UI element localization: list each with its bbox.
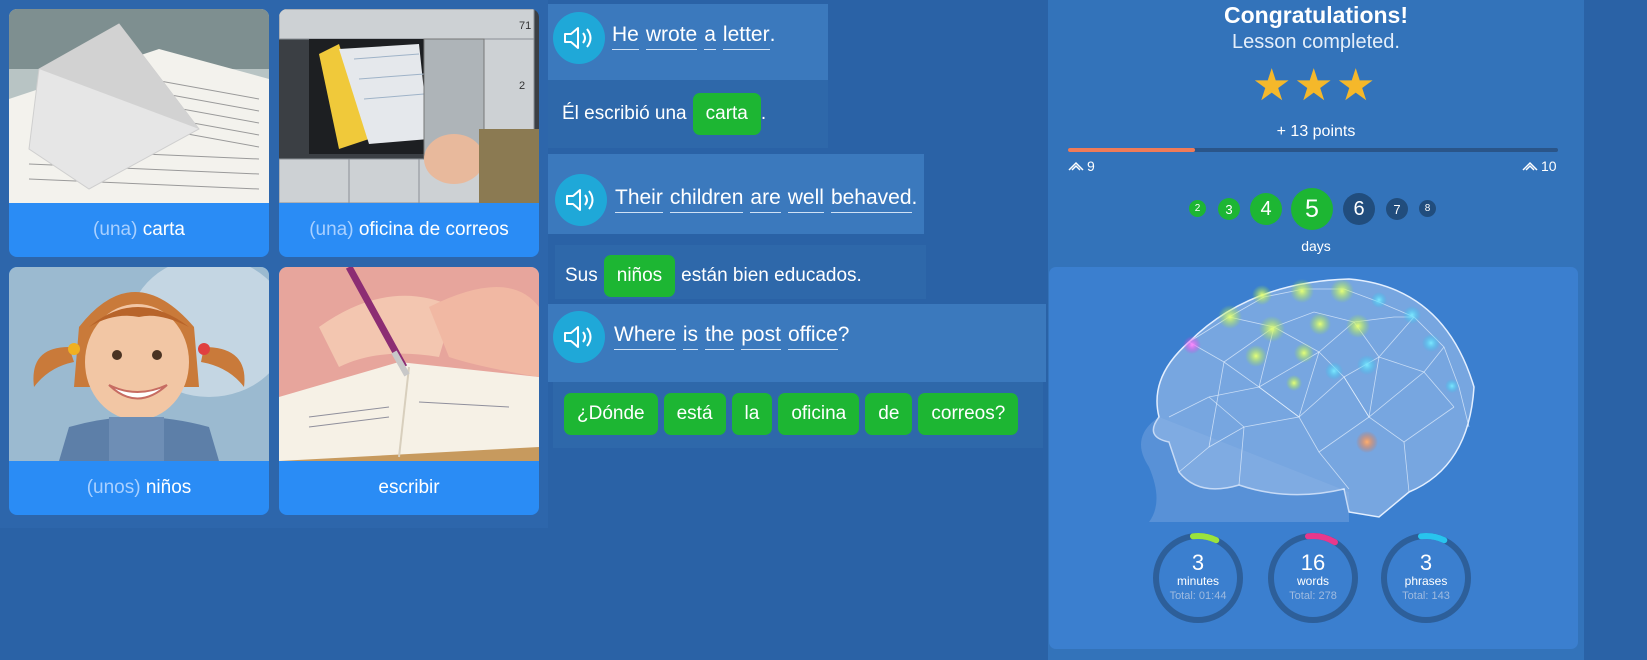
vocab-card-ninos[interactable]: (unos) niños — [9, 267, 269, 515]
spanish-text: Sus — [565, 265, 598, 286]
vocab-card-label: (unos) niños — [9, 461, 269, 515]
article: (unos) — [86, 477, 141, 498]
congrats-title: Congratulations! — [1224, 2, 1408, 28]
level-progress-bar — [1068, 148, 1558, 152]
stat-unit: phrases — [1404, 574, 1448, 588]
level-next: 10 — [1522, 158, 1557, 174]
word: carta — [142, 219, 185, 240]
word-link[interactable]: is — [682, 323, 699, 350]
spanish-text: . — [760, 103, 767, 124]
punctuation: . — [911, 186, 918, 209]
post-office-mailbox-image: 71 2 — [279, 9, 539, 203]
stat-value: 3 — [1191, 550, 1205, 575]
sentence-3-spanish: ¿Dónde está la oficina de correos? — [564, 393, 1019, 435]
svg-text:71: 71 — [519, 20, 531, 32]
level-chevron-icon — [1068, 161, 1084, 171]
word-link[interactable]: He — [612, 23, 639, 50]
day-circle: 4 — [1250, 193, 1282, 225]
word-link[interactable]: well — [787, 186, 824, 213]
stat-ring-words: 16 words Total: 278 — [1267, 532, 1359, 624]
day-circle: 2 — [1189, 200, 1206, 217]
word: oficina de correos — [358, 219, 509, 240]
stat-total: Total: 01:44 — [1169, 590, 1227, 602]
points-earned: + 13 points — [1276, 123, 1356, 140]
spanish-text: están bien educados. — [681, 265, 862, 286]
stat-ring-phrases: 3 phrases Total: 143 — [1380, 532, 1472, 624]
stat-ring-minutes: 3 minutes Total: 01:44 — [1152, 532, 1244, 624]
word-link[interactable]: post — [741, 323, 781, 350]
star-icon: ★ — [1336, 61, 1376, 110]
stat-value: 3 — [1419, 550, 1433, 575]
level-progress-fill — [1068, 148, 1196, 152]
answer-chip[interactable]: correos? — [918, 393, 1019, 435]
word-link[interactable]: letter — [722, 23, 770, 50]
level-next-value: 10 — [1541, 158, 1557, 174]
sentence-1-english: He wrote a letter. — [612, 23, 775, 50]
vocab-card-label: (una) oficina de correos — [279, 203, 539, 257]
sentence-2-english: Their children are well behaved. — [615, 186, 917, 213]
word-link[interactable]: are — [750, 186, 781, 213]
svg-text:2: 2 — [519, 80, 525, 92]
day-circle: 6 — [1343, 193, 1375, 225]
punctuation: ? — [837, 323, 850, 346]
word: niños — [145, 477, 192, 498]
speaker-button[interactable] — [555, 174, 607, 226]
answer-chip[interactable]: de — [865, 393, 913, 435]
day-circle: 7 — [1386, 198, 1408, 220]
stat-unit: minutes — [1176, 574, 1220, 588]
word-link[interactable]: behaved — [830, 186, 912, 213]
word-link[interactable]: office — [787, 323, 838, 350]
answer-chip[interactable]: está — [663, 393, 726, 435]
speaker-icon — [564, 27, 592, 49]
level-current: 9 — [1068, 158, 1095, 174]
hand-writing-image — [279, 267, 539, 461]
envelope-letter-image — [9, 9, 269, 203]
sentence-3-english: Where is the post office? — [614, 323, 849, 350]
word-link[interactable]: children — [669, 186, 744, 213]
answer-chip[interactable]: ¿Dónde — [564, 393, 658, 435]
day-circle: 3 — [1218, 198, 1240, 220]
sentence-2-spanish: Sus niños están bien educados. — [565, 255, 862, 297]
vocab-card-carta[interactable]: (una) carta — [9, 9, 269, 257]
speaker-icon — [566, 189, 594, 211]
word-link[interactable]: Their — [615, 186, 663, 213]
spanish-text: Él escribió una — [562, 103, 687, 124]
level-chevron-icon — [1522, 161, 1538, 171]
vocabulary-cards-panel: (una) carta 71 2 (una) oficina de correo… — [0, 0, 548, 528]
speaker-button[interactable] — [553, 311, 605, 363]
brain-stats-card: 3 minutes Total: 01:44 16 words Total: 2… — [1049, 267, 1578, 649]
level-current-value: 9 — [1087, 158, 1095, 174]
days-label: days — [1301, 238, 1331, 254]
answer-chip[interactable]: oficina — [778, 393, 860, 435]
congrats-subtitle: Lesson completed. — [1232, 31, 1400, 53]
answer-chip[interactable]: carta — [692, 93, 761, 135]
stat-total: Total: 278 — [1289, 590, 1337, 602]
day-circle-current: 5 — [1291, 188, 1333, 230]
word-link[interactable]: the — [705, 323, 735, 350]
star-icon: ★ — [1294, 61, 1334, 110]
stat-total: Total: 143 — [1402, 590, 1450, 602]
star-icon: ★ — [1252, 61, 1292, 110]
vocab-card-label: (una) carta — [9, 203, 269, 257]
article: (una) — [309, 219, 354, 240]
day-circle: 8 — [1419, 200, 1436, 217]
answer-chip[interactable]: la — [731, 393, 773, 435]
sentence-1-spanish: Él escribió una carta . — [562, 93, 766, 135]
vocab-card-oficina-de-correos[interactable]: 71 2 (una) oficina de correos — [279, 9, 539, 257]
punctuation: . — [769, 23, 776, 46]
stat-unit: words — [1296, 574, 1329, 588]
stat-value: 16 — [1300, 550, 1326, 575]
word-link[interactable]: wrote — [645, 23, 698, 50]
smiling-girl-image — [9, 267, 269, 461]
word: escribir — [378, 477, 440, 498]
word-link[interactable]: a — [704, 23, 716, 50]
speaker-button[interactable] — [553, 12, 605, 64]
vocab-card-label: escribir — [279, 461, 539, 515]
answer-chip[interactable]: niños — [603, 255, 676, 297]
word-link[interactable]: Where — [614, 323, 676, 350]
vocab-card-escribir[interactable]: escribir — [279, 267, 539, 515]
speaker-icon — [564, 326, 592, 348]
article: (una) — [93, 219, 138, 240]
